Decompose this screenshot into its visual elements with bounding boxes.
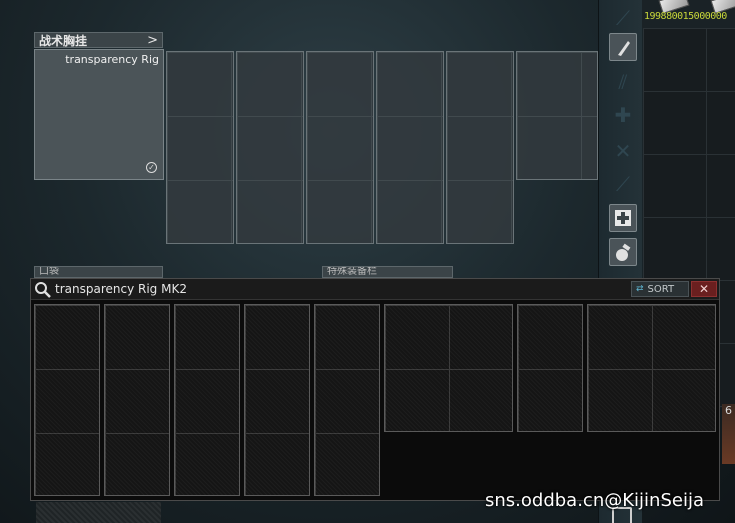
tools-icon[interactable]: ✕ — [609, 137, 637, 165]
tactical-rig-title: 战术胸挂 — [39, 33, 88, 48]
rig-container[interactable] — [236, 51, 304, 244]
grenade-icon[interactable] — [609, 238, 637, 266]
magazine-icon[interactable] — [609, 33, 637, 61]
pockets-header: 口袋 — [34, 266, 163, 278]
stash-top-strip: 199880015000000 — [642, 0, 735, 28]
window-header[interactable]: transparency Rig MK2 ⇄ SORT ✕ — [31, 279, 719, 300]
medkit-icon[interactable] — [609, 204, 637, 232]
special-slots-header: 特殊装备栏 — [322, 266, 453, 278]
close-button[interactable]: ✕ — [691, 281, 717, 297]
search-icon — [35, 282, 51, 298]
rig-container[interactable] — [516, 51, 598, 180]
rifle-icon[interactable]: ⟋ — [609, 4, 637, 32]
rig-container[interactable] — [376, 51, 444, 244]
tactical-rig-slot[interactable]: transparency Rig ✓ — [34, 49, 164, 180]
rig-slot-grid[interactable] — [314, 304, 380, 496]
rig-slot-grid[interactable] — [34, 304, 100, 496]
rig-container[interactable] — [306, 51, 374, 244]
sort-button[interactable]: ⇄ SORT — [631, 281, 689, 297]
window-title: transparency Rig MK2 — [55, 282, 187, 296]
rig-container[interactable] — [166, 51, 234, 244]
ammo-icon[interactable]: ⫽ — [609, 68, 637, 96]
bottom-panel-edge — [36, 502, 161, 523]
edge-item-badge: 6 — [722, 404, 735, 464]
money-stack-count: 199880015000000 — [644, 11, 727, 22]
equipped-item-name: transparency Rig — [65, 53, 159, 66]
rig-slot-grid[interactable] — [384, 304, 513, 432]
sort-icon: ⇄ — [636, 284, 644, 294]
item-grid-window: transparency Rig MK2 ⇄ SORT ✕ — [30, 278, 720, 501]
rig-slot-grid[interactable] — [244, 304, 310, 496]
rig-slot-grid[interactable] — [104, 304, 170, 496]
rig-slot-grid[interactable] — [587, 304, 716, 432]
tactical-rig-header[interactable]: 战术胸挂 > — [34, 32, 163, 48]
rig-slot-grid[interactable] — [174, 304, 240, 496]
watermark-text: sns.oddba.cn@KijinSeija — [485, 490, 704, 511]
medical-cross-icon[interactable]: ✚ — [609, 101, 637, 129]
sort-label: SORT — [647, 283, 675, 295]
rig-slot-grid[interactable] — [517, 304, 583, 432]
knife-icon[interactable]: ⟋ — [609, 170, 637, 198]
chevron-right-icon[interactable]: > — [147, 33, 158, 48]
check-circle-icon: ✓ — [146, 162, 157, 173]
rig-container[interactable] — [446, 51, 514, 244]
